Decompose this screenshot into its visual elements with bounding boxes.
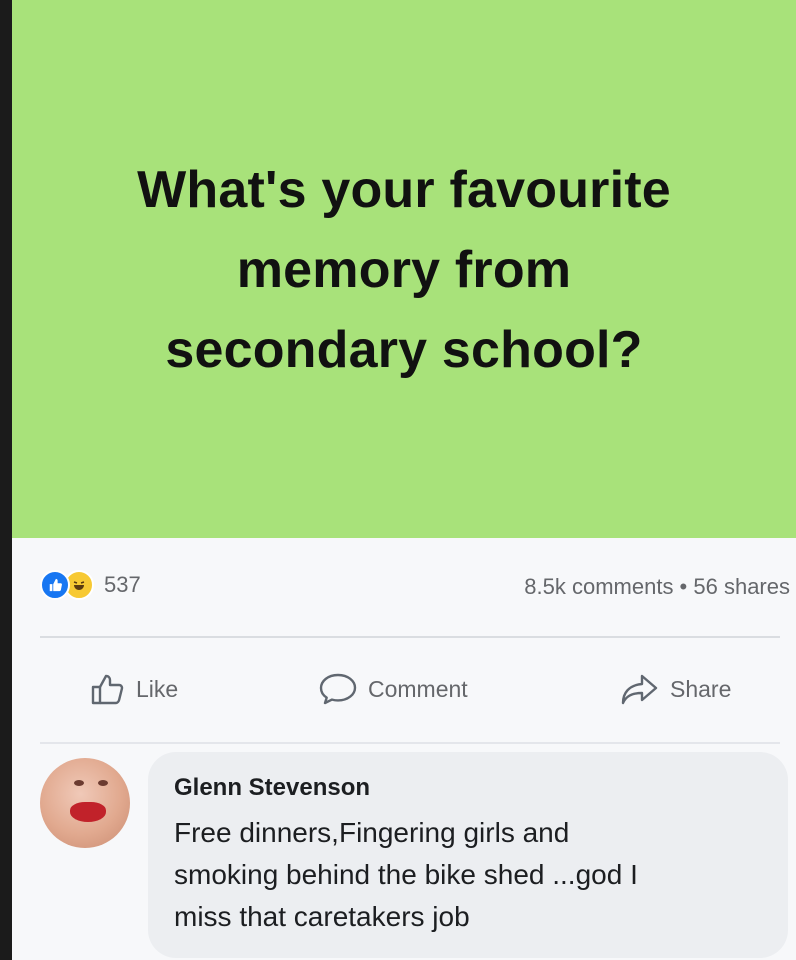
like-icon [40,570,70,600]
post-text-line: memory from [236,241,572,299]
like-button[interactable]: Like [90,672,178,706]
left-border [0,0,12,960]
facebook-post-screenshot: What's your favourite memory from second… [0,0,796,960]
comment-author[interactable]: Glenn Stevenson [174,774,370,802]
comment-text-line: miss that caretakers job [174,901,470,932]
comment-bubble: Glenn Stevenson Free dinners,Fingering g… [148,752,788,958]
comment-text-line: smoking behind the bike shed ...god I [174,859,638,890]
reaction-count: 537 [104,572,141,597]
comment-button[interactable]: Comment [318,672,468,706]
divider [40,742,780,744]
like-label: Like [136,675,179,702]
comments-shares-count[interactable]: 8.5k comments • 56 shares [524,574,790,600]
avatar-eye [98,780,108,786]
share-button[interactable]: Share [620,672,731,706]
share-label: Share [670,675,732,702]
reactions-summary[interactable]: 537 [40,570,141,600]
post-text-line: secondary school? [165,321,643,379]
avatar[interactable] [40,758,130,848]
thumbs-up-icon [91,674,124,705]
comment-text: Free dinners,Fingering girls and smoking… [174,812,774,938]
share-icon [621,674,658,705]
comment-icon [319,673,357,705]
comment-label: Comment [368,675,468,702]
post-stats-bar: 537 8.5k comments • 56 shares [12,538,796,638]
divider [40,636,780,638]
post-actions: Like Comment Share [12,650,796,730]
post-text: What's your favourite memory from second… [12,150,796,390]
comment-text-line: Free dinners,Fingering girls and [174,817,570,848]
avatar-eye [74,780,84,786]
avatar-mouth [70,802,106,822]
post-text-line: What's your favourite [137,161,671,219]
